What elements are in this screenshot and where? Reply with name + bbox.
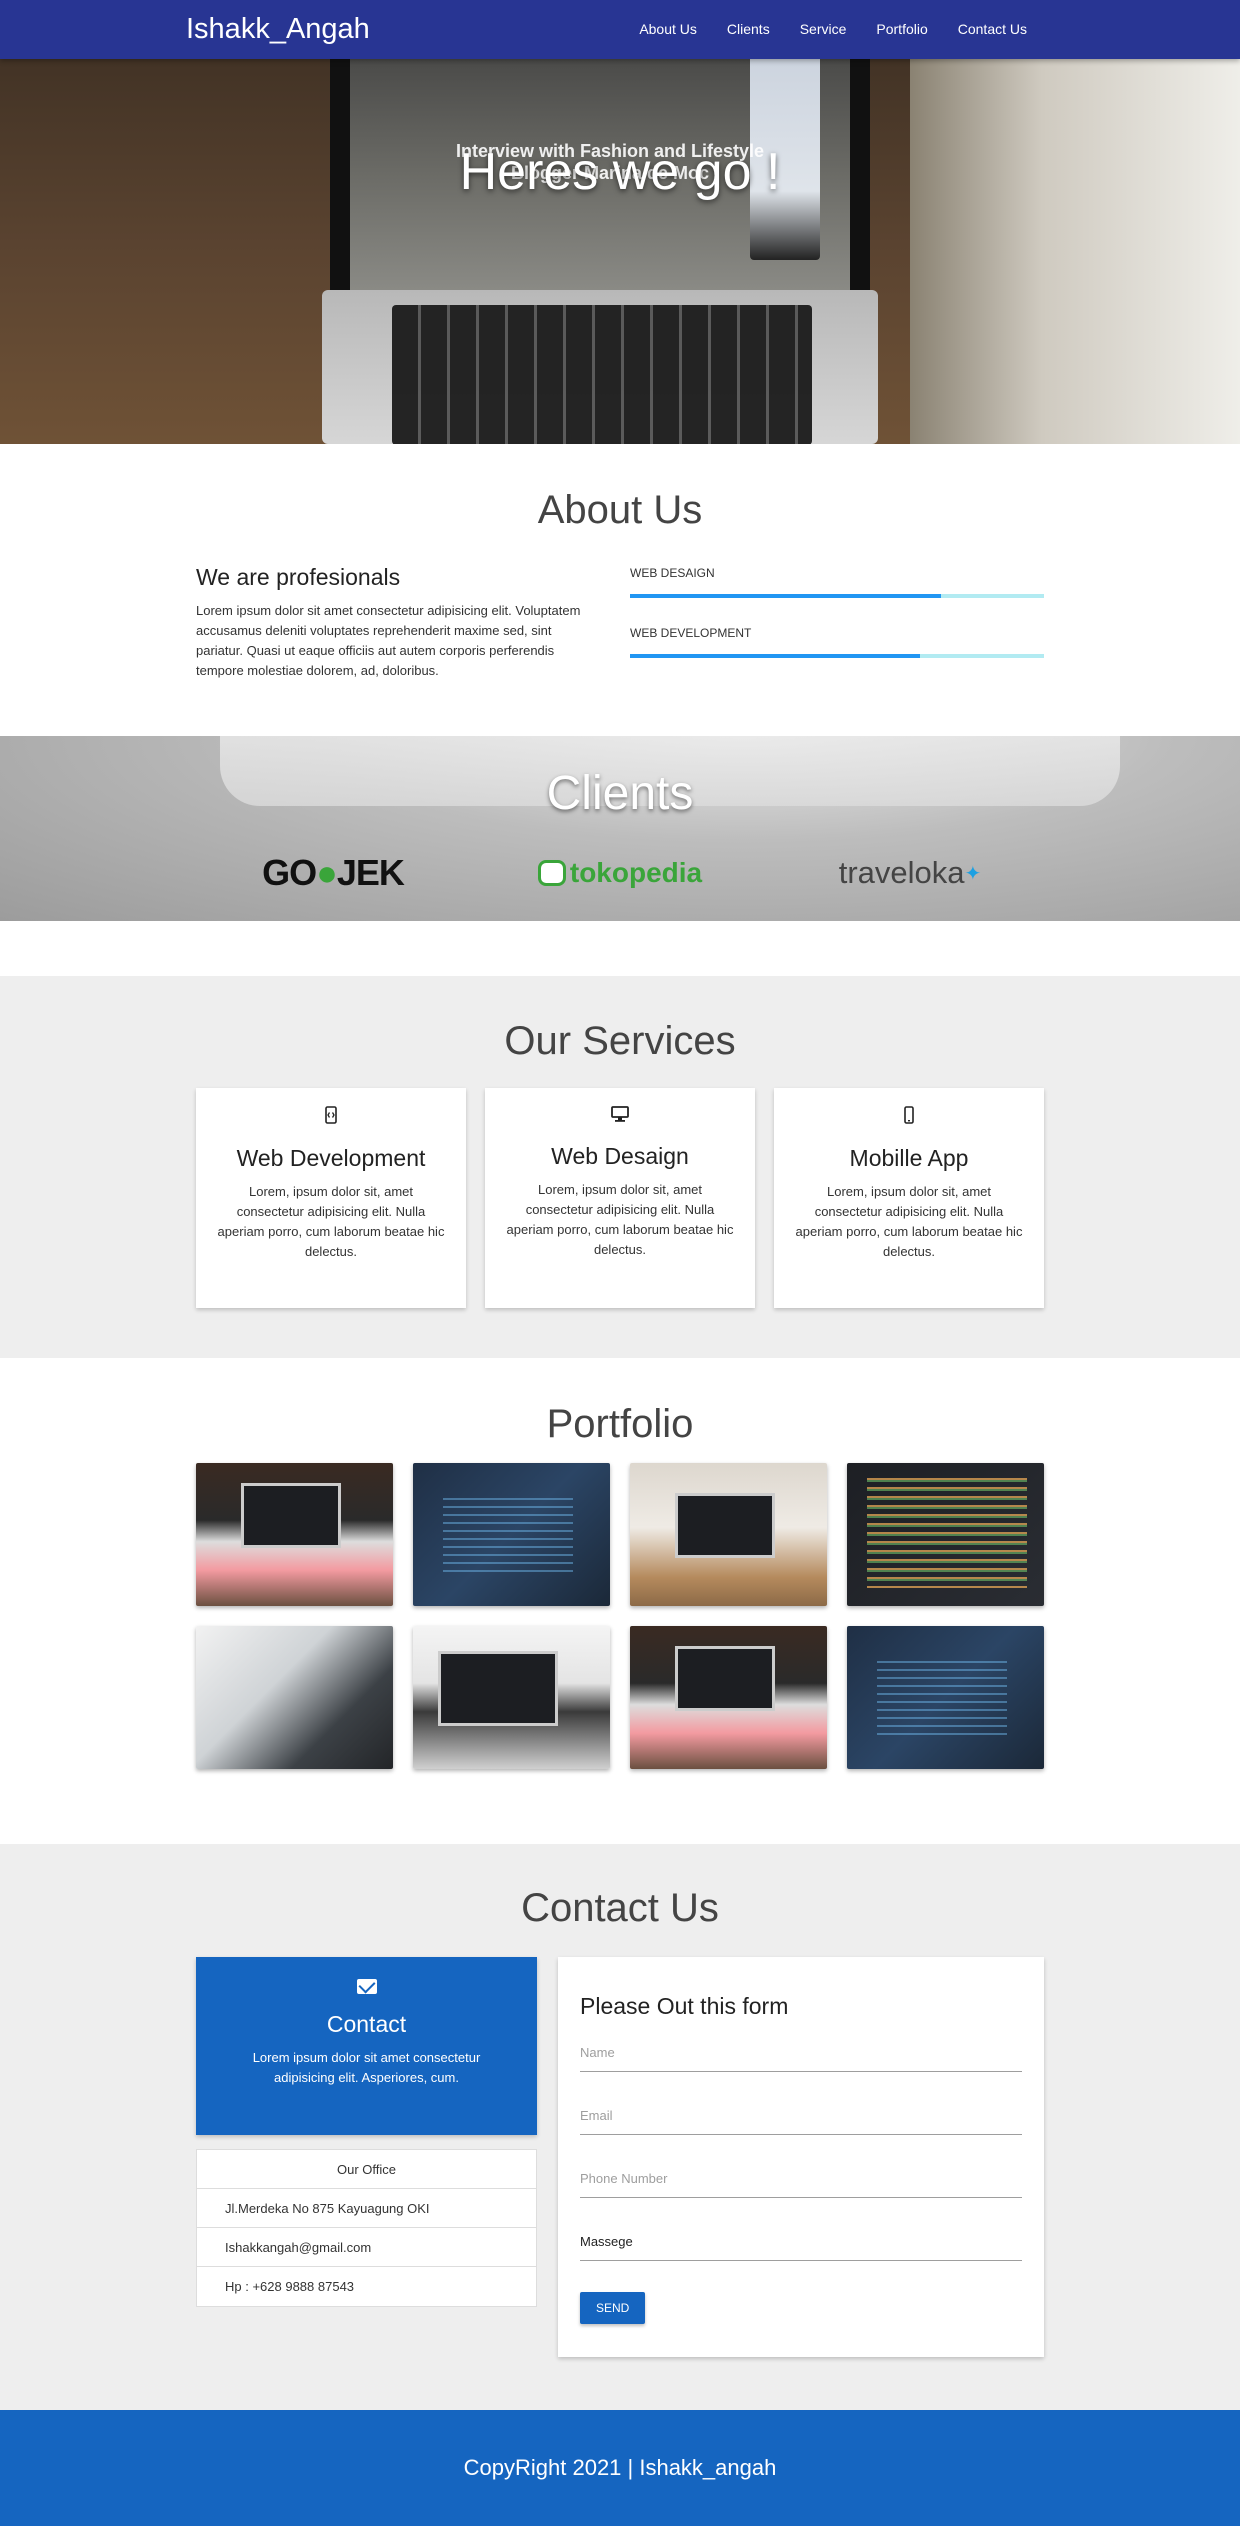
nav-link-clients[interactable]: Clients	[712, 0, 785, 59]
portfolio-image-detail	[241, 1483, 341, 1548]
office-address: Jl.Merdeka No 875 Kayuagung OKI	[197, 2189, 536, 2228]
about-paragraph: Lorem ipsum dolor sit amet consectetur a…	[196, 603, 581, 678]
contact-section: Contact Us Contact Lorem ipsum dolor sit…	[0, 1844, 1240, 2410]
navbar: Ishakk_Angah About Us Clients Service Po…	[0, 0, 1240, 59]
nav-link-service[interactable]: Service	[785, 0, 862, 59]
clients-section: Clients GO ● JEK tokopedia traveloka ✦	[0, 736, 1240, 921]
smartphone-icon	[904, 1106, 914, 1124]
nav-links: About Us Clients Service Portfolio Conta…	[624, 0, 1042, 59]
nav-link-about[interactable]: About Us	[624, 0, 712, 59]
portfolio-image[interactable]	[630, 1626, 827, 1769]
skill-web-design: WEB DESAIGN	[630, 566, 1044, 598]
office-phone: Hp : +628 9888 87543	[225, 2279, 355, 2294]
services-title: Our Services	[504, 1019, 736, 1063]
progress-bar	[630, 654, 1044, 658]
progress-bar	[630, 594, 1044, 598]
portfolio-image-detail	[438, 1651, 558, 1726]
phone-field[interactable]	[580, 2160, 1022, 2198]
skills: WEB DESAIGN WEB DEVELOPMENT	[630, 566, 1044, 686]
tokopedia-text: tokopedia	[569, 857, 703, 888]
hero-title: Heres we go !	[459, 143, 781, 201]
contact-form: Please Out this form SEND	[558, 1957, 1044, 2357]
services-section: Our Services Web Development Lorem, ipsu…	[0, 976, 1240, 1358]
service-card-web-design: Web Desaign Lorem, ipsum dolor sit, amet…	[485, 1088, 755, 1308]
progress-fill	[630, 654, 920, 658]
desktop-icon	[611, 1106, 629, 1122]
skill-web-development: WEB DEVELOPMENT	[630, 626, 1044, 658]
portfolio-image-detail	[443, 1498, 573, 1578]
portfolio-image-detail	[675, 1493, 775, 1558]
portfolio-image[interactable]	[413, 1463, 610, 1606]
name-field[interactable]	[580, 2034, 1022, 2072]
portfolio-image[interactable]	[196, 1463, 393, 1606]
tokopedia-owl-icon	[537, 860, 566, 886]
mail-icon	[356, 1979, 377, 1994]
nav-link-portfolio[interactable]: Portfolio	[861, 0, 942, 59]
mobile-code-icon	[325, 1106, 337, 1124]
about-section: About Us We are profesionals Lorem ipsum…	[0, 444, 1240, 736]
portfolio-image[interactable]	[196, 1626, 393, 1769]
contact-title: Contact Us	[521, 1886, 719, 1930]
gojek-logo: GO ● JEK	[248, 848, 418, 898]
portfolio-image-detail	[877, 1661, 1007, 1741]
clients-title: Clients	[546, 767, 694, 820]
service-text: Lorem, ipsum dolor sit, amet consectetur…	[506, 1182, 734, 1257]
phone-field-wrap	[580, 2160, 1022, 2223]
service-card-web-development: Web Development Lorem, ipsum dolor sit, …	[196, 1088, 466, 1308]
portfolio-image[interactable]	[630, 1463, 827, 1606]
office-list: Our Office Jl.Merdeka No 875 Kayuagung O…	[196, 2149, 537, 2307]
hero-keyboard	[392, 305, 812, 444]
portfolio-section: Portfolio	[0, 1358, 1240, 1844]
service-title: Mobille App	[849, 1145, 969, 1171]
office-title: Our Office	[197, 2150, 536, 2189]
gojek-scooter-icon: ●	[316, 852, 338, 893]
message-field[interactable]	[580, 2223, 1022, 2261]
skill-label: WEB DEVELOPMENT	[630, 626, 752, 640]
service-text: Lorem, ipsum dolor sit, amet consectetur…	[217, 1184, 445, 1259]
skill-label: WEB DESAIGN	[630, 566, 715, 580]
contact-card-text: Lorem ipsum dolor sit amet consectetur a…	[252, 2050, 481, 2085]
traveloka-logo: traveloka ✦	[825, 848, 995, 898]
form-title: Please Out this form	[580, 1993, 789, 2019]
portfolio-image-detail	[675, 1646, 775, 1711]
name-field-wrap	[580, 2034, 1022, 2097]
portfolio-image[interactable]	[413, 1626, 610, 1769]
gojek-text-2: JEK	[336, 852, 405, 893]
footer-copyright: CopyRight 2021 | Ishakk_angah	[463, 2455, 777, 2480]
about-title: About Us	[537, 488, 703, 532]
portfolio-image[interactable]	[847, 1463, 1044, 1606]
traveloka-bird-icon: ✦	[964, 862, 982, 885]
footer: CopyRight 2021 | Ishakk_angah	[0, 2410, 1240, 2526]
gojek-text-1: GO	[262, 852, 317, 893]
portfolio-image[interactable]	[847, 1626, 1044, 1769]
portfolio-title: Portfolio	[546, 1402, 694, 1446]
email-field-wrap	[580, 2097, 1022, 2160]
send-button[interactable]: SEND	[580, 2292, 646, 2324]
brand-logo[interactable]: Ishakk_Angah	[186, 13, 370, 46]
hero-background	[910, 0, 1240, 444]
service-title: Web Development	[236, 1145, 426, 1171]
contact-card: Contact Lorem ipsum dolor sit amet conse…	[196, 1957, 537, 2135]
email-field[interactable]	[580, 2097, 1022, 2135]
portfolio-image-detail	[867, 1478, 1027, 1588]
service-title: Web Desaign	[551, 1143, 689, 1169]
service-text: Lorem, ipsum dolor sit, amet consectetur…	[795, 1184, 1023, 1259]
about-text: We are profesionals Lorem ipsum dolor si…	[196, 564, 596, 681]
contact-card-title: Contact	[326, 2011, 407, 2037]
nav-link-contact[interactable]: Contact Us	[943, 0, 1042, 59]
office-email: Ishakkangah@gmail.com	[197, 2228, 536, 2267]
progress-fill	[630, 594, 941, 598]
hero-section: Interview with Fashion and Lifestyle Blo…	[0, 0, 1240, 444]
about-heading: We are profesionals	[196, 564, 401, 590]
tokopedia-logo: tokopedia	[535, 848, 705, 898]
traveloka-text: traveloka	[838, 855, 965, 890]
message-field-wrap	[580, 2223, 1022, 2286]
service-card-mobile-app: Mobille App Lorem, ipsum dolor sit, amet…	[774, 1088, 1044, 1308]
